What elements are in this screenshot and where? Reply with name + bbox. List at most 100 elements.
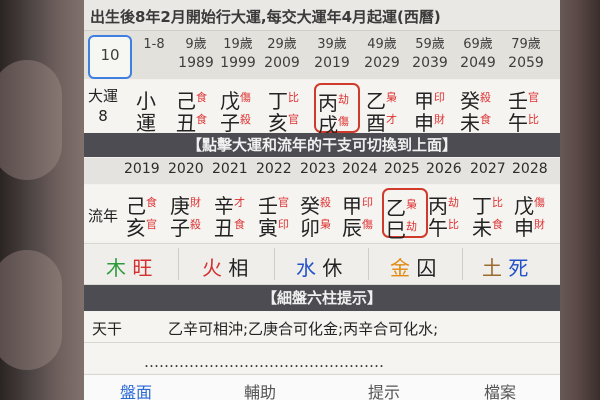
branch: 未 bbox=[460, 111, 480, 135]
dayun-label-text: 大運 bbox=[88, 87, 119, 105]
branch-god: 梟 bbox=[320, 218, 331, 231]
wuxing-cell: 土 死 bbox=[482, 252, 528, 281]
tiangan-label: 天干 bbox=[92, 320, 123, 338]
tab-fuzhu[interactable]: 輔助 bbox=[244, 379, 276, 400]
dayun-pillar[interactable]: 甲印申財 bbox=[412, 83, 454, 135]
age-cell[interactable]: 39歲 2019 bbox=[312, 35, 352, 75]
element-wood: 木 bbox=[106, 256, 126, 280]
age-selector[interactable]: 10 bbox=[88, 35, 132, 79]
dayun-label: 大運 8 bbox=[88, 86, 118, 126]
liunian-pillar[interactable]: 丁比未食 bbox=[470, 188, 512, 240]
age-cell[interactable]: 69歲 2049 bbox=[458, 35, 498, 75]
branch-god: 食 bbox=[480, 113, 491, 126]
branch: 亥 bbox=[126, 216, 146, 240]
liunian-pillar[interactable]: 甲印辰傷 bbox=[340, 188, 382, 240]
age-cell[interactable]: 49歲 2029 bbox=[362, 35, 402, 75]
branch: 丑 bbox=[176, 111, 196, 135]
header: 出生後8年2月開始行大運,每交大運年4月起運(西曆) bbox=[84, 0, 560, 31]
age-label: 39歲 bbox=[317, 37, 347, 52]
age-label: 79歲 bbox=[511, 37, 541, 52]
finger bbox=[0, 60, 62, 180]
divider bbox=[178, 248, 179, 280]
age-year: 2009 bbox=[264, 55, 300, 71]
age-label: 69歲 bbox=[463, 37, 493, 52]
phone-screen: 出生後8年2月開始行大運,每交大運年4月起運(西曆) 10 1-8 9歲 1989… bbox=[84, 0, 560, 400]
age-label: 9歲 bbox=[185, 37, 207, 52]
dayun-pillar[interactable]: 癸殺未食 bbox=[458, 83, 500, 135]
divider bbox=[462, 248, 463, 280]
year-label: 2022 bbox=[256, 161, 292, 177]
age-row: 10 1-8 9歲 1989 19歲 1999 29歲 2009 39歲 2019 49… bbox=[84, 31, 560, 79]
wuxing-cell: 水 休 bbox=[296, 252, 342, 281]
branch: 申 bbox=[414, 111, 434, 135]
stem-god: 食 bbox=[196, 91, 207, 104]
dayun-pillar[interactable]: 小運 bbox=[134, 83, 176, 135]
age-year: 1999 bbox=[220, 55, 256, 71]
tab-panmian[interactable]: 盤面 bbox=[120, 379, 152, 400]
bottom-tab-bar: 盤面 輔助 提示 檔案 bbox=[84, 374, 560, 400]
tiangan-text: 乙辛可相沖;乙庚合可化金;丙辛合可化水; bbox=[168, 320, 439, 338]
divider bbox=[368, 248, 369, 280]
state-label: 旺 bbox=[132, 256, 153, 280]
branch: 亥 bbox=[268, 111, 288, 135]
age-cell[interactable]: 9歲 1989 bbox=[176, 35, 216, 75]
stem-god: 殺 bbox=[480, 91, 491, 104]
dayun-pillar[interactable]: 壬官午比 bbox=[506, 83, 548, 135]
tab-tishi[interactable]: 提示 bbox=[368, 379, 400, 400]
dayun-pillar[interactable]: 丁比亥官 bbox=[266, 83, 308, 135]
age-label: 19歲 bbox=[223, 37, 253, 52]
dayun-pillar[interactable]: 己食丑食 bbox=[174, 83, 216, 135]
liunian-pillar-current[interactable]: 乙梟巳劫 bbox=[382, 188, 428, 242]
section-bar-six-pillars: 【細盤六柱提示】 bbox=[84, 285, 560, 311]
stem-god: 印 bbox=[362, 196, 373, 209]
branch: 子 bbox=[170, 216, 190, 240]
liunian-pillar[interactable]: 戊傷申財 bbox=[512, 188, 554, 240]
age-cell[interactable]: 1-8 bbox=[134, 35, 174, 75]
dayun-pillar-current[interactable]: 丙劫戌傷 bbox=[314, 83, 360, 137]
branch-god: 財 bbox=[434, 113, 445, 126]
wuxing-cell: 木 旺 bbox=[106, 252, 152, 281]
element-earth: 土 bbox=[482, 256, 502, 280]
state-label: 相 bbox=[228, 256, 249, 280]
branch: 巳 bbox=[386, 218, 406, 242]
dayun-pillar[interactable]: 戊傷子殺 bbox=[218, 83, 260, 135]
year-label: 2023 bbox=[300, 161, 336, 177]
liunian-pillar[interactable]: 己食亥官 bbox=[124, 188, 166, 240]
age-cell[interactable]: 79歲 2059 bbox=[506, 35, 546, 75]
branch: 丑 bbox=[214, 216, 234, 240]
liunian-label: 流年 bbox=[88, 207, 119, 225]
stem-god: 官 bbox=[528, 91, 539, 104]
partial-text: ………………………………………… bbox=[144, 353, 384, 371]
stem-god: 梟 bbox=[386, 91, 397, 104]
branch: 寅 bbox=[258, 216, 278, 240]
age-selected-value: 10 bbox=[100, 46, 120, 64]
finger bbox=[0, 250, 62, 370]
section-bar-switch-hint: 【點擊大運和流年的干支可切換到上面】 bbox=[84, 133, 560, 157]
liunian-pillar[interactable]: 壬官寅印 bbox=[256, 188, 298, 240]
branch-god: 食 bbox=[492, 218, 503, 231]
branch: 辰 bbox=[342, 216, 362, 240]
age-year: 2029 bbox=[364, 55, 400, 71]
age-cell[interactable]: 59歲 2039 bbox=[410, 35, 450, 75]
age-cell[interactable]: 19歲 1999 bbox=[218, 35, 258, 75]
branch-god: 比 bbox=[528, 113, 539, 126]
branch-god: 劫 bbox=[406, 220, 417, 233]
year-label: 2027 bbox=[470, 161, 506, 177]
age-cell[interactable]: 29歲 2009 bbox=[262, 35, 302, 75]
liunian-pillar[interactable]: 丙劫午比 bbox=[426, 188, 468, 240]
liunian-pillar[interactable]: 癸殺卯梟 bbox=[298, 188, 340, 240]
stem-god: 傷 bbox=[240, 91, 251, 104]
wuxing-row: 木 旺 火 相 水 休 金 囚 土 死 bbox=[84, 243, 560, 285]
branch-god: 殺 bbox=[190, 218, 201, 231]
dayun-pillar[interactable]: 乙梟酉才 bbox=[364, 83, 406, 135]
liunian-pillar[interactable]: 庚財子殺 bbox=[168, 188, 210, 240]
branch-god: 殺 bbox=[240, 113, 251, 126]
age-year: 2019 bbox=[314, 55, 350, 71]
year-label: 2026 bbox=[426, 161, 462, 177]
stem-god: 財 bbox=[190, 196, 201, 209]
liunian-pillar[interactable]: 辛才丑食 bbox=[212, 188, 254, 240]
year-label: 2019 bbox=[124, 161, 160, 177]
branch-god: 傷 bbox=[362, 218, 373, 231]
tab-dangan[interactable]: 檔案 bbox=[484, 379, 516, 400]
state-label: 休 bbox=[322, 256, 343, 280]
